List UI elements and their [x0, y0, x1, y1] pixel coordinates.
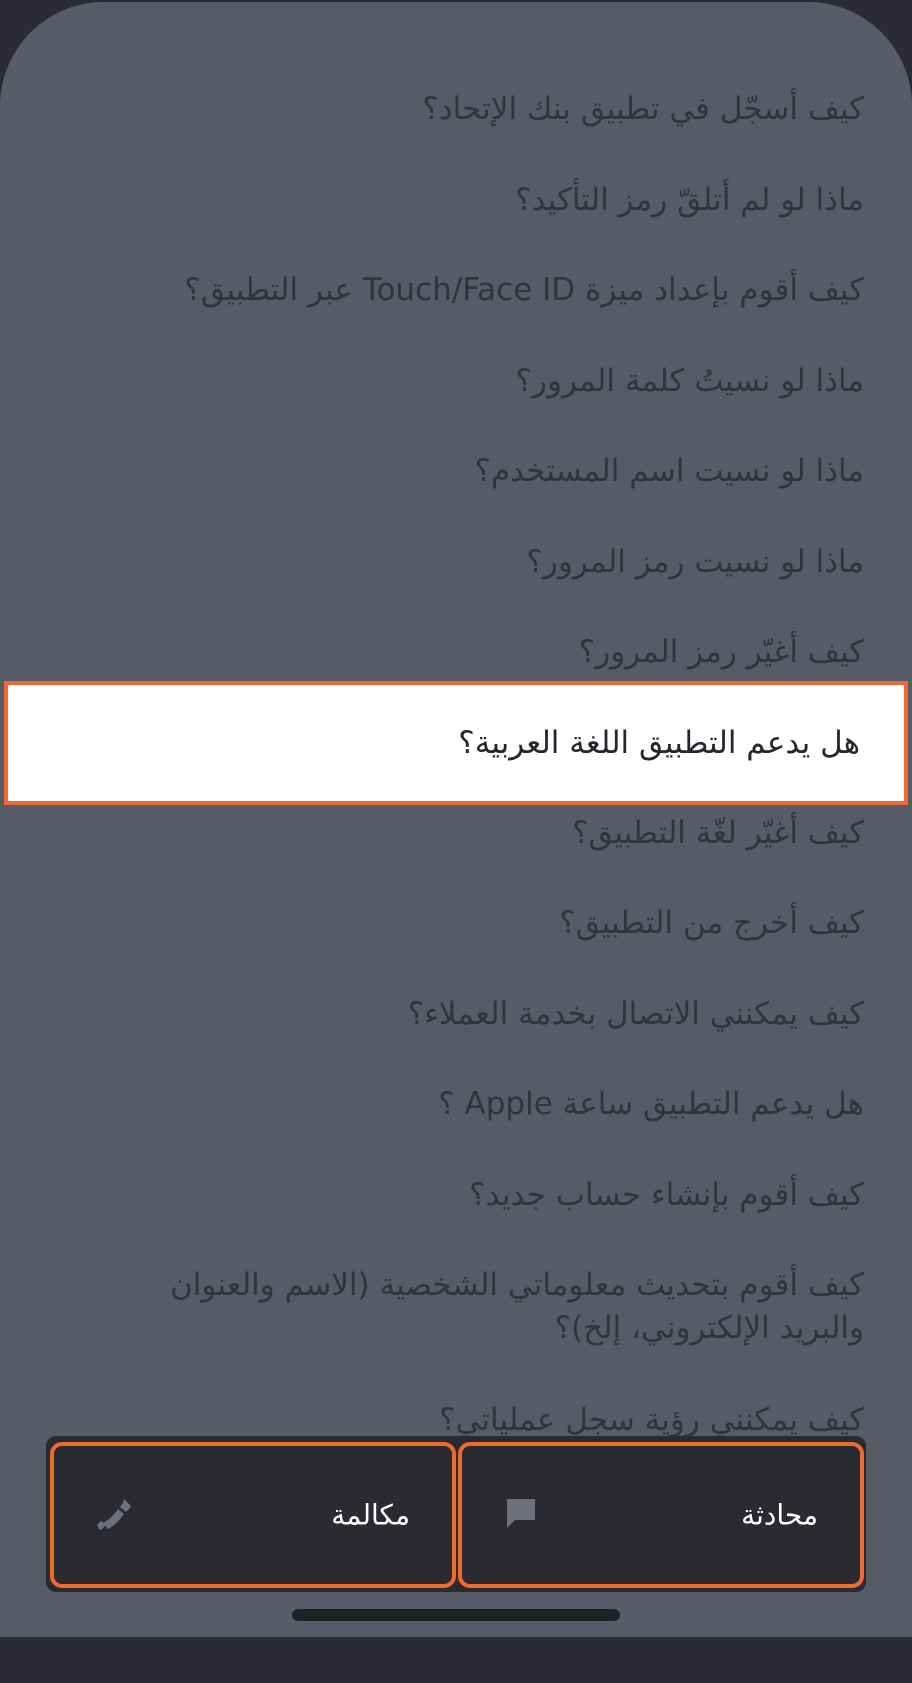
chat-bubble-icon	[507, 1499, 535, 1528]
faq-item[interactable]: كيف يمكنني الاتصال بخدمة العملاء؟	[0, 993, 912, 1036]
faq-item[interactable]: كيف أخرج من التطبيق؟	[0, 902, 912, 945]
home-indicator	[292, 1609, 620, 1621]
faq-item[interactable]: كيف أقوم بإنشاء حساب جديد؟	[0, 1174, 912, 1217]
faq-item[interactable]: ماذا لو نسيت رمز المرور؟	[0, 541, 912, 584]
faq-item[interactable]: كيف أغيّر رمز المرور؟	[0, 631, 912, 674]
call-button-label: مكالمة	[331, 1498, 410, 1532]
faq-sheet: كيف أسجّل في تطبيق بنك الإتحاد؟ ماذا لو …	[0, 2, 912, 1637]
chat-button[interactable]: محادثة	[458, 1442, 864, 1588]
call-button[interactable]: مكالمة	[50, 1442, 456, 1588]
faq-item[interactable]: كيف أسجّل في تطبيق بنك الإتحاد؟	[0, 88, 912, 131]
faq-item[interactable]: ماذا لو نسيتُ كلمة المرور؟	[0, 360, 912, 403]
chat-button-label: محادثة	[741, 1498, 818, 1532]
faq-item[interactable]: كيف أغيّر لغّة التطبيق؟	[0, 812, 912, 855]
faq-item-selected[interactable]: هل يدعم التطبيق اللغة العربية؟	[4, 681, 908, 805]
faq-item[interactable]: هل يدعم التطبيق ساعة Apple ؟	[0, 1083, 912, 1126]
faq-item[interactable]: ماذا لو نسيت اسم المستخدم؟	[0, 450, 912, 493]
faq-item[interactable]: ماذا لو لم أتلقّ رمز التأكيد؟	[0, 179, 912, 222]
screen: كيف أسجّل في تطبيق بنك الإتحاد؟ ماذا لو …	[0, 0, 912, 1683]
faq-item[interactable]: كيف أقوم بتحديث معلوماتي الشخصية (الاسم …	[0, 1264, 912, 1350]
phone-icon	[97, 1499, 131, 1530]
faq-item[interactable]: كيف أقوم بإعداد ميزة Touch/Face ID عبر ا…	[0, 269, 912, 312]
